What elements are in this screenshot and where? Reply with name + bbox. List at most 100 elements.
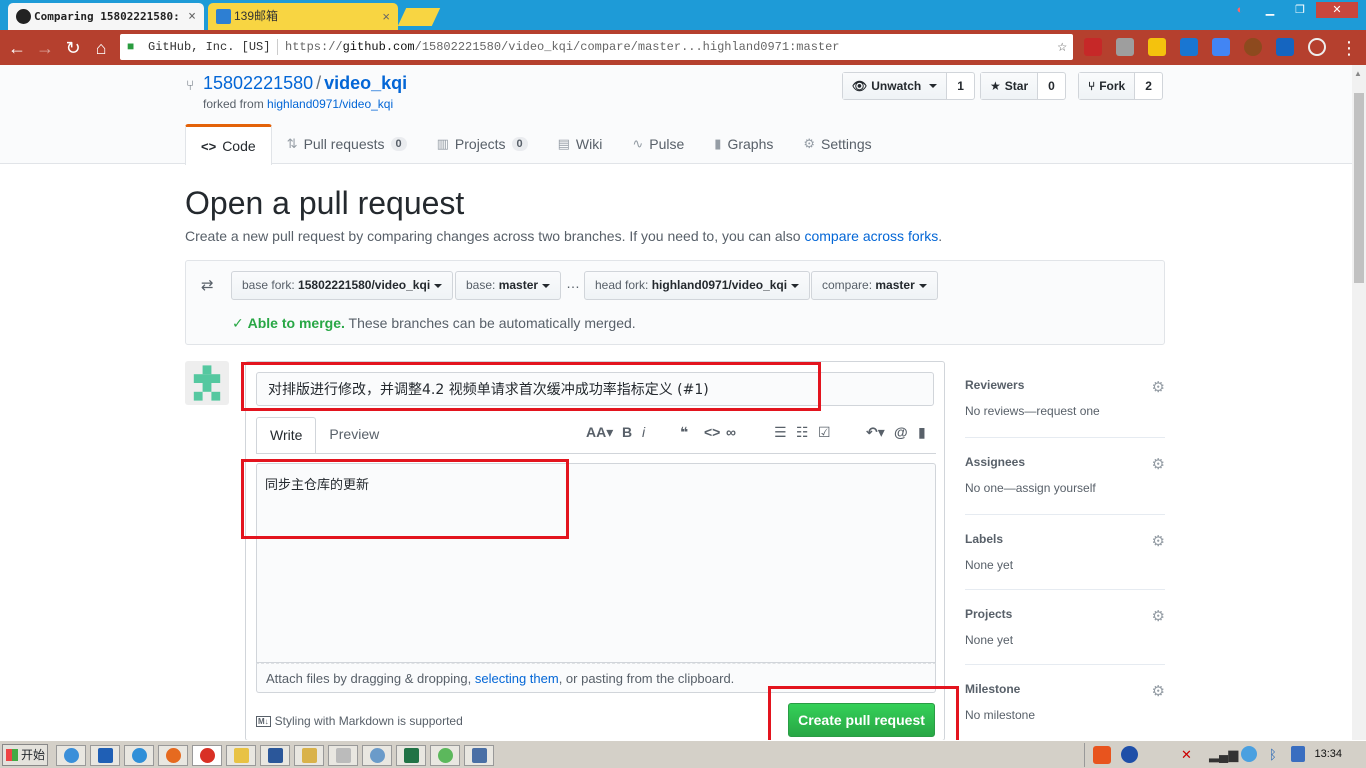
scroll-up-icon[interactable]: ▲ <box>1354 69 1362 78</box>
head-fork-select[interactable]: head fork: highland0971/video_kqi <box>584 271 811 300</box>
tab-pull-requests[interactable]: ⇅ Pull requests 0 <box>272 124 422 164</box>
taskbar-app-explorer[interactable] <box>226 745 256 766</box>
gear-icon[interactable]: ⚙ <box>1152 455 1165 473</box>
tab-139-mail[interactable]: 139邮箱 × <box>208 3 398 30</box>
forked-from-link[interactable]: highland0971/video_kqi <box>267 97 393 111</box>
home-icon[interactable]: ⌂ <box>90 37 112 59</box>
profile-icon[interactable]: ◐ <box>1226 2 1254 18</box>
text-size-icon[interactable]: AA▾ <box>586 424 613 441</box>
taskbar-app-excel[interactable] <box>396 745 426 766</box>
tab-close-icon[interactable]: × <box>382 3 390 30</box>
restore-button[interactable]: ❐ <box>1286 2 1314 18</box>
repo-name-link[interactable]: video_kqi <box>324 73 407 93</box>
tab-code[interactable]: <> Code <box>185 124 272 165</box>
mention-icon[interactable]: @ <box>894 424 908 440</box>
extension-tag-icon[interactable] <box>1116 38 1134 56</box>
compare-arrows-icon: ⇄ <box>201 277 214 294</box>
tab-write[interactable]: Write <box>256 417 317 454</box>
quote-icon[interactable]: ❝ <box>680 424 688 441</box>
markdown-note[interactable]: M↓ Styling with Markdown is supported <box>256 714 463 728</box>
sidebar-heading[interactable]: Reviewers <box>965 378 1165 392</box>
clock[interactable]: 13:34 <box>1314 748 1342 760</box>
input-method-icon[interactable] <box>1093 746 1111 764</box>
tab-pulse[interactable]: ∿ Pulse <box>617 124 699 164</box>
unwatch-button[interactable]: 👁 Unwatch <box>843 73 948 99</box>
tab-preview[interactable]: Preview <box>316 417 392 454</box>
taskbar-app-notepad[interactable] <box>328 745 358 766</box>
page-scrollbar[interactable]: ▲ <box>1352 65 1366 740</box>
watchers-count[interactable]: 1 <box>947 73 974 99</box>
sidebar-heading[interactable]: Milestone <box>965 682 1165 696</box>
bluetooth-icon[interactable]: ᛒ <box>1269 747 1277 762</box>
bold-icon[interactable]: B <box>622 424 632 440</box>
taskbar-app-firefox[interactable] <box>158 745 188 766</box>
base-branch-select[interactable]: base: master <box>455 271 562 300</box>
extension-hat-icon[interactable] <box>1244 38 1262 56</box>
repo-owner-link[interactable]: 15802221580 <box>203 73 313 93</box>
bulleted-list-icon[interactable]: ☰ <box>774 424 787 441</box>
avatar[interactable] <box>185 361 229 405</box>
tab-graphs[interactable]: ▮ Graphs <box>699 124 788 164</box>
gear-icon[interactable]: ⚙ <box>1152 682 1165 700</box>
scrollbar-thumb[interactable] <box>1354 93 1364 283</box>
gear-icon[interactable]: ⚙ <box>1152 607 1165 625</box>
numbered-list-icon[interactable]: ☷ <box>796 424 809 441</box>
start-button[interactable]: 开始 <box>2 744 48 766</box>
compare-across-forks-link[interactable]: compare across forks <box>804 228 938 244</box>
forward-arrow-icon[interactable]: → <box>34 37 56 59</box>
extension-translate-icon[interactable] <box>1212 38 1230 56</box>
select-files-link[interactable]: selecting them <box>475 671 559 686</box>
sidebar-heading[interactable]: Labels <box>965 532 1165 546</box>
bookmark-star-icon[interactable]: ☆ <box>1057 34 1067 60</box>
tray-app-icon[interactable] <box>1241 746 1257 762</box>
reload-icon[interactable]: ↻ <box>62 37 84 59</box>
reply-icon[interactable]: ↶▾ <box>866 424 885 441</box>
star-button[interactable]: ★ Star <box>981 73 1039 99</box>
taskbar-app-outlook[interactable] <box>90 745 120 766</box>
italic-icon[interactable]: i <box>642 424 645 440</box>
extension-badge-icon[interactable] <box>1276 38 1294 56</box>
fork-button[interactable]: ⑂ Fork <box>1079 73 1136 99</box>
back-arrow-icon[interactable]: ← <box>6 37 28 59</box>
extension-six-icon[interactable] <box>1180 38 1198 56</box>
tab-projects[interactable]: ▥ Projects 0 <box>422 124 543 164</box>
tray-security-icon[interactable] <box>1291 746 1305 762</box>
sidebar-heading[interactable]: Assignees <box>965 455 1165 469</box>
taskbar-app-word[interactable] <box>260 745 290 766</box>
taskbar-app-settings[interactable] <box>362 745 392 766</box>
gear-icon[interactable]: ⚙ <box>1152 532 1165 550</box>
gear-icon[interactable]: ⚙ <box>1152 378 1165 396</box>
forks-count[interactable]: 2 <box>1135 73 1162 99</box>
minimize-button[interactable]: ▁ <box>1256 2 1284 18</box>
base-fork-select[interactable]: base fork: 15802221580/video_kqi <box>231 271 454 300</box>
fork-button-group: ⑂ Fork 2 <box>1078 72 1163 100</box>
code-icon[interactable]: <> <box>704 424 720 440</box>
stars-count[interactable]: 0 <box>1038 73 1065 99</box>
task-list-icon[interactable]: ☑ <box>818 424 831 441</box>
taskbar-app-browser[interactable] <box>124 745 154 766</box>
bookmark-icon[interactable]: ▮ <box>918 424 926 441</box>
new-tab-button[interactable] <box>397 8 441 26</box>
tab-wiki[interactable]: ▤ Wiki <box>543 124 618 164</box>
taskbar-app-screen[interactable] <box>464 745 494 766</box>
network-signal-icon[interactable]: ▂▄▆ <box>1209 747 1238 763</box>
compare-branch-select[interactable]: compare: master <box>811 271 938 300</box>
close-window-button[interactable]: ✕ <box>1316 2 1358 18</box>
taskbar-app-files[interactable] <box>294 745 324 766</box>
tab-settings[interactable]: ⚙ Settings <box>788 124 886 164</box>
chrome-menu-icon[interactable]: ⋮ <box>1338 37 1360 59</box>
taskbar-app-network[interactable] <box>56 745 86 766</box>
tab-close-icon[interactable]: × <box>188 3 196 30</box>
help-icon[interactable] <box>1121 746 1138 763</box>
address-bar[interactable]: ■ GitHub, Inc. [US] https://github.com/1… <box>120 34 1073 60</box>
mute-icon[interactable]: ✕ <box>1181 747 1192 763</box>
taskbar-app-wechat[interactable] <box>430 745 460 766</box>
tab-github-compare[interactable]: Comparing 15802221580: × <box>8 3 204 30</box>
extension-book-icon[interactable] <box>1084 38 1102 56</box>
extension-circle-icon[interactable] <box>1308 38 1326 56</box>
link-icon[interactable]: ∞ <box>726 424 736 440</box>
taskbar-app-chrome[interactable] <box>192 745 222 766</box>
extension-folder-icon[interactable] <box>1148 38 1166 56</box>
sidebar-heading[interactable]: Projects <box>965 607 1165 621</box>
project-icon: ▥ <box>436 136 449 151</box>
